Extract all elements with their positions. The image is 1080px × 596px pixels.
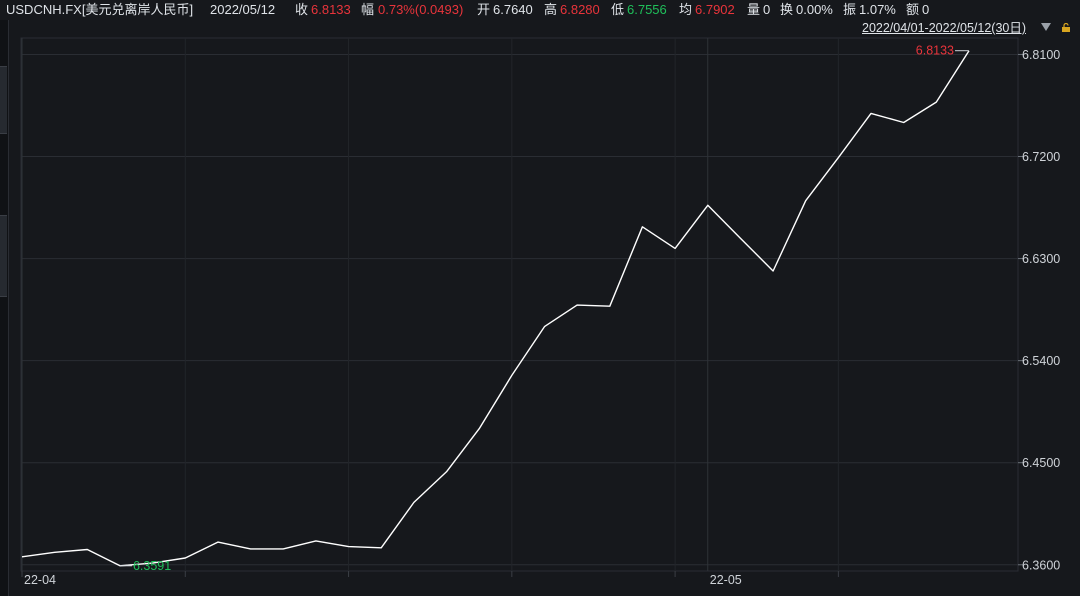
- y-tick-label: 6.8100: [1022, 48, 1060, 62]
- x-tick-label: 22-04: [24, 573, 56, 587]
- annotations: 6.8133 6.3591: [119, 44, 969, 573]
- x-tick-label: 22-05: [710, 573, 742, 587]
- max-value-label: 6.8133: [916, 44, 954, 58]
- line-chart: 6.8100 6.7200 6.6300 6.5400 6.4500 6.3600 22-…: [20, 37, 1060, 587]
- y-tick-label: 6.4500: [1022, 456, 1060, 470]
- price-series: [21, 50, 970, 567]
- y-tick-label: 6.7200: [1022, 150, 1060, 164]
- y-tick-label: 6.6300: [1022, 252, 1060, 266]
- min-value-label: 6.3591: [133, 559, 171, 573]
- price-line: [21, 50, 970, 567]
- x-axis: 22-04 22-05: [21, 571, 839, 587]
- y-tick-label: 6.5400: [1022, 354, 1060, 368]
- y-tick-label: 6.3600: [1022, 558, 1060, 572]
- y-axis: 6.8100 6.7200 6.6300 6.5400 6.4500 6.3600: [1018, 48, 1060, 572]
